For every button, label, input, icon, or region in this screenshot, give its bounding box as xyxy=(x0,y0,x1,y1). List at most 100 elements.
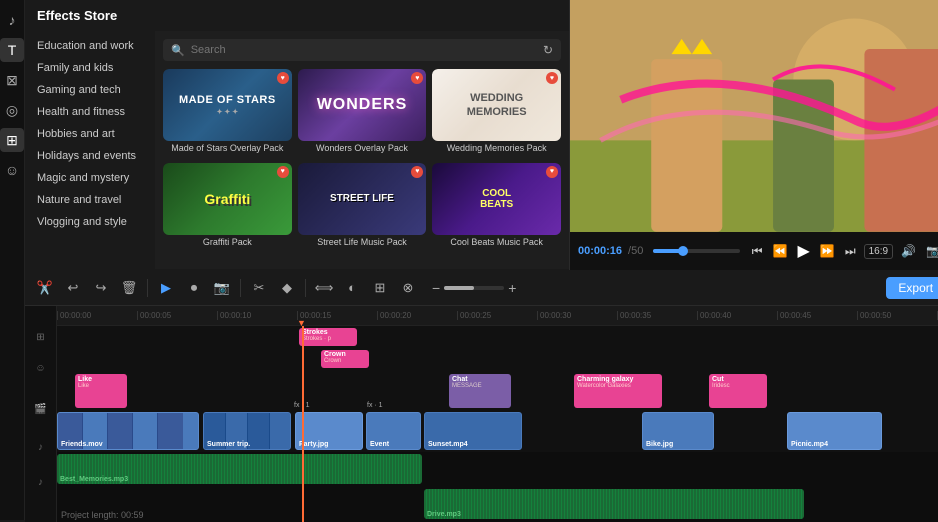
stickers-icon[interactable]: ☺ xyxy=(0,158,24,182)
project-length: Project length: 00:59 xyxy=(61,510,144,520)
cat-holidays[interactable]: Holidays and events xyxy=(25,145,155,167)
cat-vlogging[interactable]: Vlogging and style xyxy=(25,211,155,233)
picnic-clip[interactable]: Picnic.mp4 xyxy=(787,412,882,450)
timeline-toolbar: ✂️ ↩ ↪ 🗑 ▶ ⏺ 📷 ✂ ◆ ⟺ ◐ ⊞ ⊗ − xyxy=(25,270,938,306)
play-toolbar-icon[interactable]: ▶ xyxy=(154,276,178,300)
effect-label: Wonders Overlay Pack xyxy=(298,141,427,157)
marker-icon[interactable]: ◆ xyxy=(275,276,299,300)
timeline-section: ✂️ ↩ ↪ 🗑 ▶ ⏺ 📷 ✂ ◆ ⟺ ◐ ⊞ ⊗ − xyxy=(25,270,938,522)
cat-health[interactable]: Health and fitness xyxy=(25,101,155,123)
effects-grid: MADE OF STARS ✦ ✦ ✦ ♥ Made of Stars Over… xyxy=(163,69,561,250)
cut-clip[interactable]: Cut Iridesc xyxy=(709,374,767,408)
effects-header: Effects Store xyxy=(25,0,569,31)
ruler-mark: 00:00:15 xyxy=(297,311,377,320)
audio-track-2: Drive.mp3 xyxy=(57,487,938,522)
event-clip[interactable]: Event xyxy=(366,412,421,450)
chat-clip[interactable]: Chat MESSAGE xyxy=(449,374,511,408)
track-ctrl-stickers[interactable]: ☺ xyxy=(25,348,56,388)
strokes-clip[interactable]: Strokes Strokes · p xyxy=(299,328,357,346)
track-ctrl-overlay[interactable]: ⊞ xyxy=(25,326,56,348)
summer-trip-clip[interactable]: Summer trip. xyxy=(203,412,291,450)
delete-icon[interactable]: 🗑 xyxy=(117,276,141,300)
effect-made-of-stars[interactable]: MADE OF STARS ✦ ✦ ✦ ♥ Made of Stars Over… xyxy=(163,69,292,157)
refresh-icon[interactable]: ↻ xyxy=(543,43,553,57)
screenshot-icon[interactable]: 📷 xyxy=(924,242,938,260)
cut-icon[interactable]: ✂ xyxy=(247,276,271,300)
effect-wedding[interactable]: WEDDINGMEMORIES ♥ Wedding Memories Pack xyxy=(432,69,561,157)
timeline-tracks: ▼ Strokes Strokes · p Crown xyxy=(57,326,938,522)
effect-graffiti[interactable]: Graffiti ♥ Graffiti Pack xyxy=(163,163,292,251)
music-icon[interactable]: ♪ xyxy=(0,8,24,32)
aspect-ratio[interactable]: 16:9 xyxy=(864,244,893,259)
step-back-icon[interactable]: ⏪ xyxy=(771,242,790,260)
best-memories-clip[interactable]: Best_Memories.mp3 xyxy=(57,454,422,484)
video-track: Friends.mov Summer trip. xyxy=(57,410,938,452)
cat-gaming[interactable]: Gaming and tech xyxy=(25,79,155,101)
progress-fill xyxy=(653,249,683,253)
cat-family[interactable]: Family and kids xyxy=(25,57,155,79)
search-icon: 🔍 xyxy=(171,44,185,57)
drive-mp3-clip[interactable]: Drive.mp3 xyxy=(424,489,804,519)
cat-hobbies[interactable]: Hobbies and art xyxy=(25,123,155,145)
effect-badge: ♥ xyxy=(277,72,289,84)
overlay-icon[interactable]: ⊞ xyxy=(0,128,24,152)
ruler-mark: 00:00:25 xyxy=(457,311,537,320)
effect-label: Made of Stars Overlay Pack xyxy=(163,141,292,157)
zoom-in-icon[interactable]: + xyxy=(508,280,516,296)
progress-bar[interactable] xyxy=(653,249,739,253)
ruler-mark: 00:00:50 xyxy=(857,311,937,320)
track-ctrl-audio2[interactable]: ♪ xyxy=(25,465,56,500)
play-icon[interactable]: ▶ xyxy=(796,239,812,263)
color-icon[interactable]: ◐ xyxy=(340,276,364,300)
preview-video xyxy=(570,0,938,232)
effects-icon[interactable]: ◎ xyxy=(0,98,24,122)
bike-clip[interactable]: Bike.jpg xyxy=(642,412,714,450)
effects-search-bar: 🔍 ↻ xyxy=(163,39,561,61)
track-ctrl-video[interactable]: 🎬 xyxy=(25,388,56,430)
charming-galaxy-clip[interactable]: Charming galaxy Watercolor Galaxies xyxy=(574,374,662,408)
snapshot-icon[interactable]: 📷 xyxy=(210,276,234,300)
track-ctrl-audio1[interactable]: ♪ xyxy=(25,430,56,465)
sunset-clip[interactable]: Sunset.mp4 xyxy=(424,412,522,450)
skip-back-icon[interactable]: ⏮ xyxy=(750,242,765,261)
export-button[interactable]: Export ▼ xyxy=(886,277,938,299)
timeline-scroll-area[interactable]: 00:00:00 00:00:05 00:00:10 00:00:15 00:0… xyxy=(57,306,938,522)
progress-dot xyxy=(678,246,688,256)
effect-wonders[interactable]: WONDERS ♥ Wonders Overlay Pack xyxy=(298,69,427,157)
ruler-mark: 00:00:10 xyxy=(217,311,297,320)
zoom-controls: − + xyxy=(432,280,516,296)
ruler-mark: 00:00:30 xyxy=(537,311,617,320)
redo-icon[interactable]: ↪ xyxy=(89,276,113,300)
zoom-fill xyxy=(444,286,474,290)
skip-forward-icon[interactable]: ⏭ xyxy=(843,242,858,261)
effects-categories: Education and work Family and kids Gamin… xyxy=(25,31,155,269)
toolbar-divider2 xyxy=(240,279,241,297)
total-time: /50 xyxy=(628,245,643,257)
split-icon[interactable]: ✂️ xyxy=(33,276,57,300)
search-input[interactable] xyxy=(191,44,537,56)
effect-badge: ♥ xyxy=(546,166,558,178)
effects-toolbar-icon[interactable]: ⊞ xyxy=(368,276,392,300)
friends-clip[interactable]: Friends.mov xyxy=(57,412,199,450)
effect-streetlife[interactable]: STREET LIFE ♥ Street Life Music Pack xyxy=(298,163,427,251)
like-clip[interactable]: Like Like xyxy=(75,374,127,408)
cat-magic[interactable]: Magic and mystery xyxy=(25,167,155,189)
undo-icon[interactable]: ↩ xyxy=(61,276,85,300)
left-sidebar: ♪ T ⊠ ◎ ⊞ ☺ xyxy=(0,0,25,520)
record-icon[interactable]: ⏺ xyxy=(182,276,206,300)
transition-icon[interactable]: ⊠ xyxy=(0,68,24,92)
volume-icon[interactable]: 🔊 xyxy=(899,242,918,260)
step-forward-icon[interactable]: ⏩ xyxy=(818,242,837,260)
zoom-slider[interactable] xyxy=(444,286,504,290)
ruler-marks: 00:00:00 00:00:05 00:00:10 00:00:15 00:0… xyxy=(57,311,938,320)
audio-sync-icon[interactable]: ⟺ xyxy=(312,276,336,300)
crown-clip[interactable]: Crown Crown xyxy=(321,350,369,368)
cat-nature[interactable]: Nature and travel xyxy=(25,189,155,211)
current-time: 00:00:16 xyxy=(578,245,622,257)
party-clip[interactable]: Party.jpg xyxy=(295,412,363,450)
effect-coolbeats[interactable]: COOLBEATS ♥ Cool Beats Music Pack xyxy=(432,163,561,251)
cat-education[interactable]: Education and work xyxy=(25,35,155,57)
zoom-out-icon[interactable]: − xyxy=(432,280,440,296)
text-icon[interactable]: T xyxy=(0,38,24,62)
merge-icon[interactable]: ⊗ xyxy=(396,276,420,300)
